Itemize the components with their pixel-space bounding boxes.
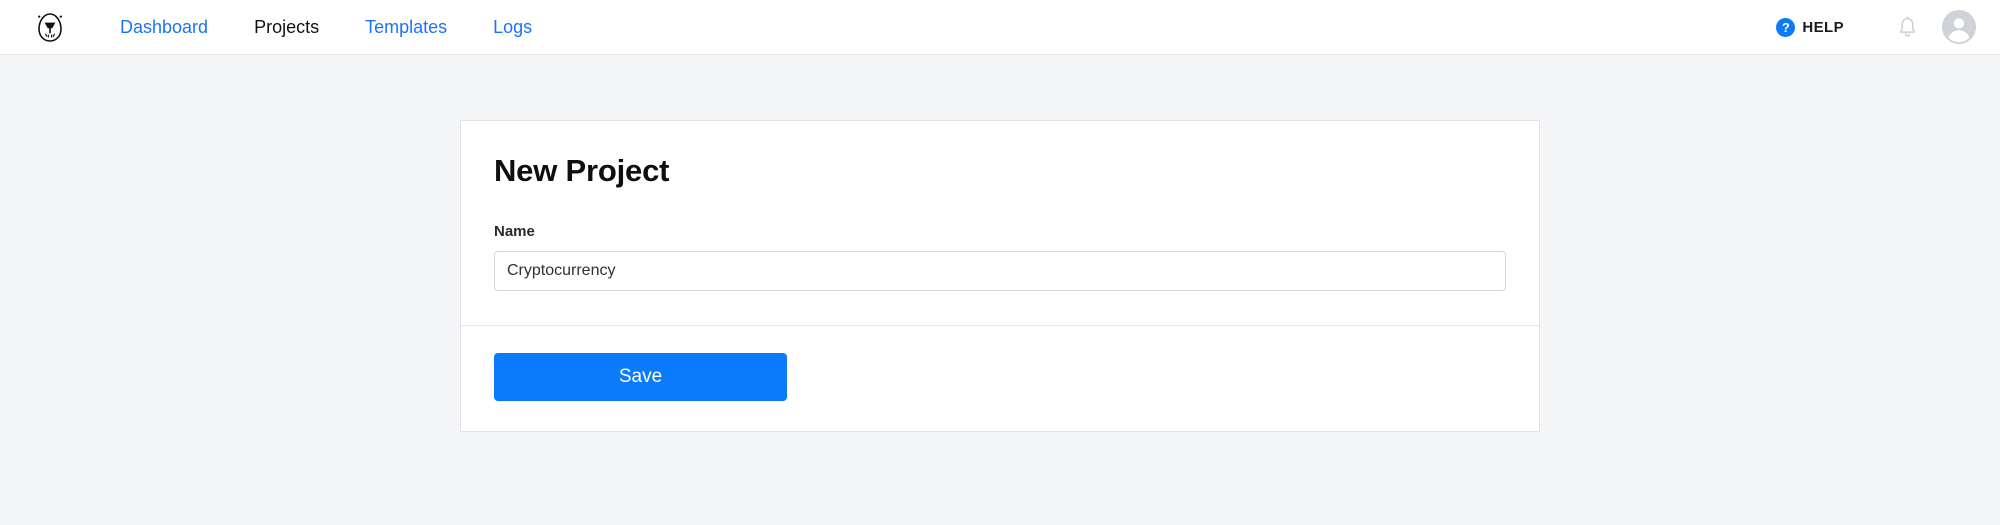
save-button[interactable]: Save (494, 353, 787, 402)
user-avatar-icon (1942, 10, 1976, 44)
card-footer: Save (461, 325, 1539, 431)
question-mark-circle-icon: ? (1776, 17, 1796, 37)
navbar-left-group: Dashboard Projects Templates Logs (0, 10, 534, 44)
egg-logo[interactable] (22, 10, 78, 44)
new-project-card: New Project Name Save (460, 120, 1540, 433)
page-title: New Project (494, 153, 670, 188)
name-field-label: Name (494, 223, 535, 241)
nav-link-templates[interactable]: Templates (363, 14, 449, 40)
top-navigation-bar: Dashboard Projects Templates Logs ? HELP (0, 0, 2000, 55)
notifications-button[interactable] (1890, 10, 1924, 44)
bell-icon (1899, 15, 1915, 37)
help-button[interactable]: ? HELP (1776, 17, 1844, 37)
project-name-input[interactable] (494, 251, 1506, 292)
card-body: New Project Name (461, 121, 1539, 325)
nav-link-logs[interactable]: Logs (491, 14, 534, 40)
nav-link-dashboard[interactable]: Dashboard (118, 14, 210, 40)
page-content: New Project Name Save (0, 55, 2000, 433)
navbar-right-group: ? HELP (1776, 0, 1976, 54)
help-button-label: HELP (1802, 18, 1844, 36)
nav-link-projects[interactable]: Projects (252, 14, 321, 40)
primary-nav-links: Dashboard Projects Templates Logs (118, 14, 534, 40)
account-menu-button[interactable] (1942, 10, 1976, 44)
